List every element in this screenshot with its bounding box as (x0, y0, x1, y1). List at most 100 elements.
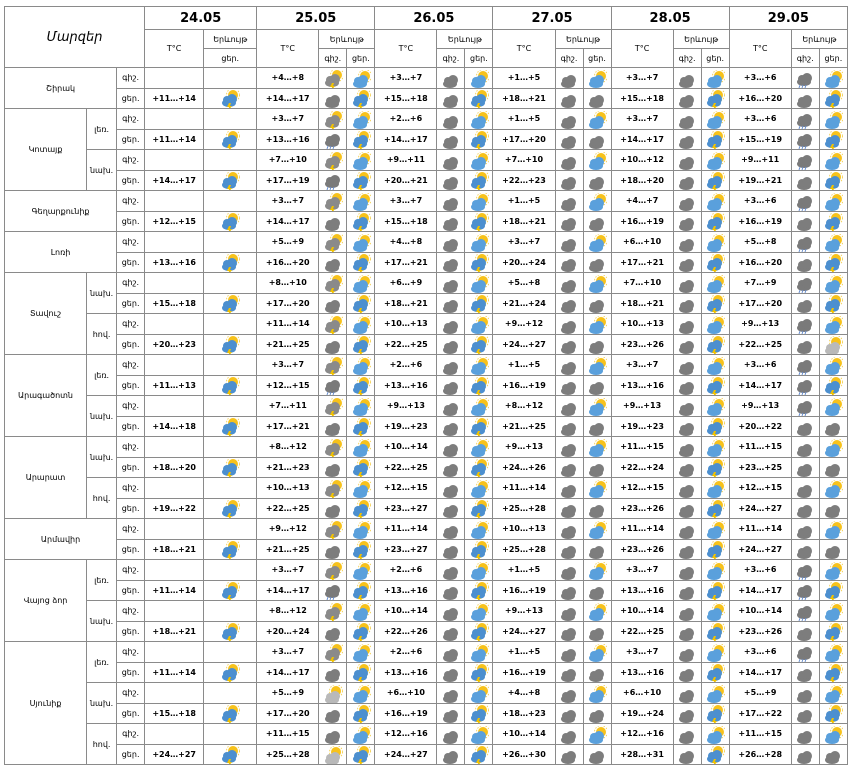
weather-cell (790, 743, 820, 765)
weather-cell (436, 333, 466, 355)
weather-cell (346, 108, 376, 130)
weather-cell (818, 518, 849, 540)
table-row: նախ. գիշ. +5…+9 +6…+10 +4…+8 +6…+10 +5…+9 (5, 682, 849, 724)
cloud-rain-icon (795, 396, 815, 416)
weather-cell (346, 87, 376, 109)
weather-cell (790, 436, 820, 458)
cloud-icon (323, 663, 343, 682)
weather-cell (203, 456, 258, 478)
temperature: +3…+7 (256, 354, 320, 376)
sun-cloud-icon (705, 683, 726, 703)
sun-cloud-icon (705, 355, 726, 375)
weather-cell (554, 210, 584, 232)
cloud-icon (559, 581, 579, 600)
weather-cell (203, 190, 258, 212)
sun-cloud-icon (705, 642, 726, 662)
temperature: +11…+14 (492, 477, 556, 499)
temperature: +5…+9 (256, 231, 320, 253)
weather-cell (818, 190, 849, 212)
weather-cell (790, 661, 820, 683)
temperature: +5…+8 (492, 272, 556, 294)
weather-cell (318, 354, 348, 376)
sun-storm-icon (220, 745, 241, 764)
sun-storm-icon (705, 499, 726, 518)
weather-cell (582, 210, 612, 232)
weather-cell (672, 723, 702, 745)
cloud-rain-icon (323, 171, 343, 190)
period-label: գիշ. (116, 313, 146, 335)
cloud-icon (559, 745, 579, 764)
cloud-icon (559, 376, 579, 395)
temperature: +6…+10 (610, 682, 674, 704)
storm-cloud-icon (323, 601, 343, 621)
weather-cell (436, 169, 466, 191)
temperature: +17…+21 (256, 415, 320, 437)
weather-cell (464, 579, 494, 601)
temperature: +13…+16 (374, 579, 438, 601)
weather-cell (700, 190, 730, 212)
weather-cell (346, 395, 376, 417)
temperature: +12…+15 (144, 210, 205, 232)
weather-cell (818, 497, 849, 519)
temperature: +19…+23 (374, 415, 438, 437)
cloud-icon (587, 499, 607, 518)
sun-cloud-icon (351, 724, 371, 744)
weather-cell (318, 67, 348, 89)
cloud-rain-icon (795, 150, 815, 170)
cloud-icon (323, 417, 343, 436)
temperature: +9…+13 (728, 313, 792, 335)
weather-cell (672, 169, 702, 191)
sun-storm-icon (823, 581, 844, 600)
weather-cell (672, 251, 702, 273)
cloud-icon (559, 232, 579, 252)
weather-cell (672, 292, 702, 314)
weather-cell (582, 641, 612, 663)
sun-storm-icon (705, 294, 726, 313)
weather-cell (318, 682, 348, 704)
cloud-icon (795, 171, 815, 190)
weather-cell (318, 723, 348, 745)
weather-cell (818, 682, 849, 704)
cloud-icon (677, 171, 697, 190)
table-row: ցեր. +14…+18 +17…+21 +19…+23 +21…+25 +19…+23 +… (5, 415, 849, 437)
temperature: +13…+16 (610, 661, 674, 683)
weather-cell (318, 518, 348, 540)
region-name: Արագածոտն (3, 354, 88, 437)
weather-cell (554, 313, 584, 335)
temperature: +8…+12 (492, 395, 556, 417)
weather-cell (346, 128, 376, 150)
weather-cell (464, 538, 494, 560)
sun-storm-icon (220, 335, 241, 354)
cloud-icon (823, 745, 843, 764)
weather-cell (700, 210, 730, 232)
cloud-icon (677, 335, 697, 354)
weather-cell (318, 272, 348, 294)
sun-cloud-icon (351, 355, 371, 375)
weather-cell (203, 559, 258, 581)
weather-cell (203, 723, 258, 745)
temperature: +4…+8 (492, 682, 556, 704)
sun-storm-icon (220, 417, 241, 436)
weather-cell (203, 743, 258, 765)
sun-cloud-icon (587, 642, 608, 662)
weather-cell (790, 67, 820, 89)
weather-cell (672, 108, 702, 130)
sun-storm-icon (823, 376, 844, 395)
cloud-icon (441, 724, 461, 744)
weather-cell (436, 354, 466, 376)
weather-cell (318, 497, 348, 519)
weather-cell (464, 559, 494, 581)
sun-cloud-icon (705, 519, 726, 539)
cloud-icon (587, 458, 607, 477)
weather-cell (554, 87, 584, 109)
cloud-icon (823, 458, 843, 477)
cloud-icon (559, 314, 579, 334)
weather-cell (464, 231, 494, 253)
region-name: Տավուշ (3, 272, 88, 355)
weather-cell (318, 108, 348, 130)
weather-cell (346, 67, 376, 89)
weather-cell (582, 374, 612, 396)
cloud-icon (677, 109, 697, 129)
cloud-icon (677, 724, 697, 744)
weather-cell (554, 723, 584, 745)
